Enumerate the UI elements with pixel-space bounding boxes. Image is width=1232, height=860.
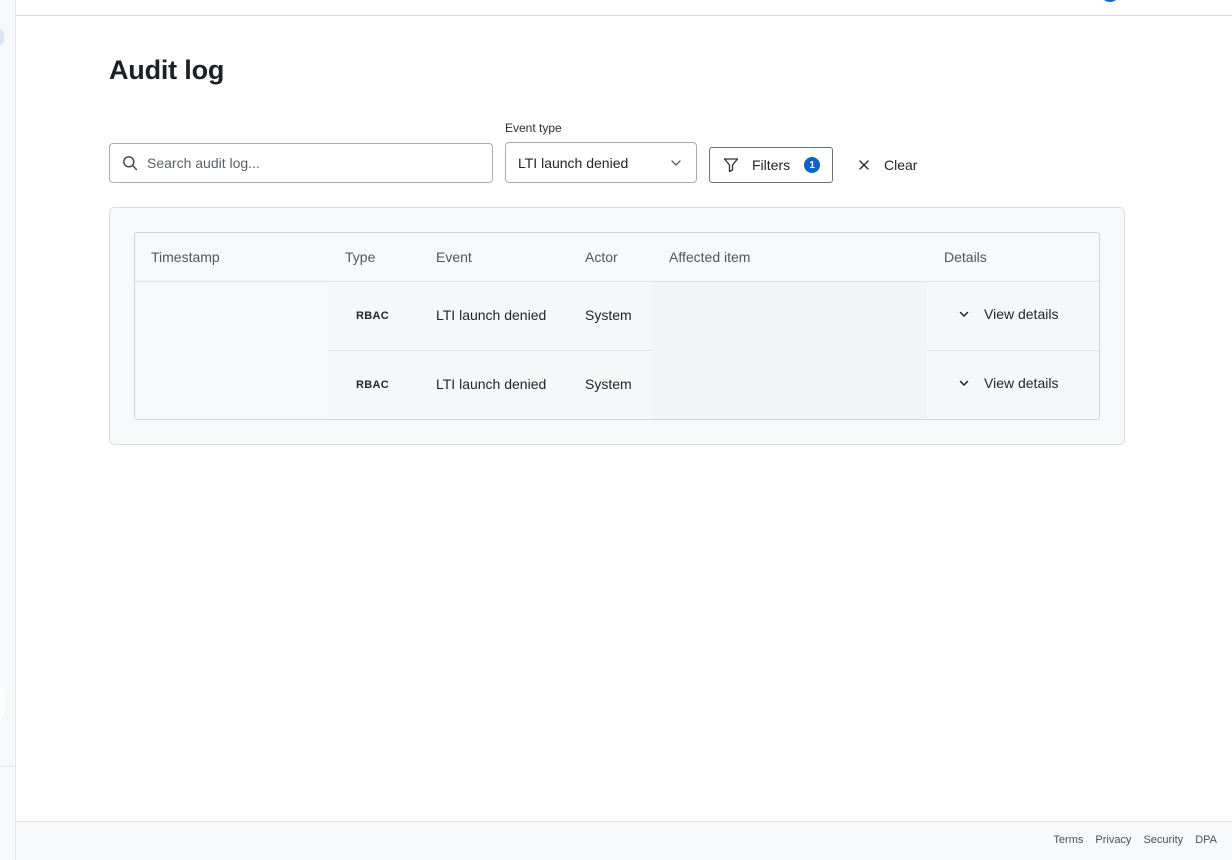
type-cell: RBAC [356,379,389,391]
table-row: RBAC LTI launch denied System View detai… [135,351,1099,419]
footer-link-privacy[interactable]: Privacy [1095,834,1131,846]
search-box[interactable] [109,143,493,183]
footer-links: Terms Privacy Security DPA [1053,834,1217,846]
event-type-label: Event type [505,121,562,135]
chevron-down-icon [959,380,969,386]
user-avatar[interactable] [1100,0,1120,2]
search-icon [123,156,138,171]
column-header-details: Details [944,249,987,265]
top-bar [16,0,1232,16]
view-details-button[interactable]: View details [958,306,1058,322]
chevron-down-icon [671,159,681,166]
event-type-selected-value: LTI launch denied [518,154,629,171]
filters-count-badge: 1 [804,157,821,173]
type-cell: RBAC [356,310,389,322]
clear-label: Clear [884,157,918,173]
filters-label: Filters [752,157,791,173]
table-header: Timestamp Type Event Actor Affected item… [135,233,1099,282]
close-icon [859,160,869,170]
event-cell: LTI launch denied [436,307,547,323]
event-type-select[interactable]: LTI launch denied [505,142,697,183]
rail-indicator[interactable] [0,28,4,46]
table-row: RBAC LTI launch denied System View detai… [135,282,1099,351]
column-header-actor[interactable]: Actor [585,249,618,265]
rail-collapse-handle[interactable] [0,686,4,720]
view-details-button[interactable]: View details [958,375,1058,391]
footer-link-terms[interactable]: Terms [1053,834,1083,846]
clear-button[interactable]: Clear [857,150,917,180]
column-header-timestamp[interactable]: Timestamp [151,249,220,265]
footer: Terms Privacy Security DPA [16,821,1232,860]
page-title: Audit log [109,55,225,85]
filter-funnel-icon [723,158,739,173]
column-header-event[interactable]: Event [436,249,472,265]
event-cell: LTI launch denied [436,376,547,392]
rail-divider [0,766,16,767]
actor-cell: System [585,307,632,323]
footer-link-security[interactable]: Security [1143,834,1183,846]
footer-link-dpa[interactable]: DPA [1195,834,1217,846]
filters-button[interactable]: Filters 1 [709,147,833,183]
column-header-affected-item[interactable]: Affected item [669,249,750,265]
chevron-down-icon [959,311,969,317]
left-rail [0,0,16,860]
actor-cell: System [585,376,632,392]
view-details-label: View details [984,306,1059,322]
view-details-label: View details [984,375,1059,391]
column-header-type[interactable]: Type [345,249,375,265]
search-input[interactable] [147,155,467,171]
audit-table: Timestamp Type Event Actor Affected item… [134,232,1100,420]
audit-table-card: Timestamp Type Event Actor Affected item… [109,207,1125,445]
